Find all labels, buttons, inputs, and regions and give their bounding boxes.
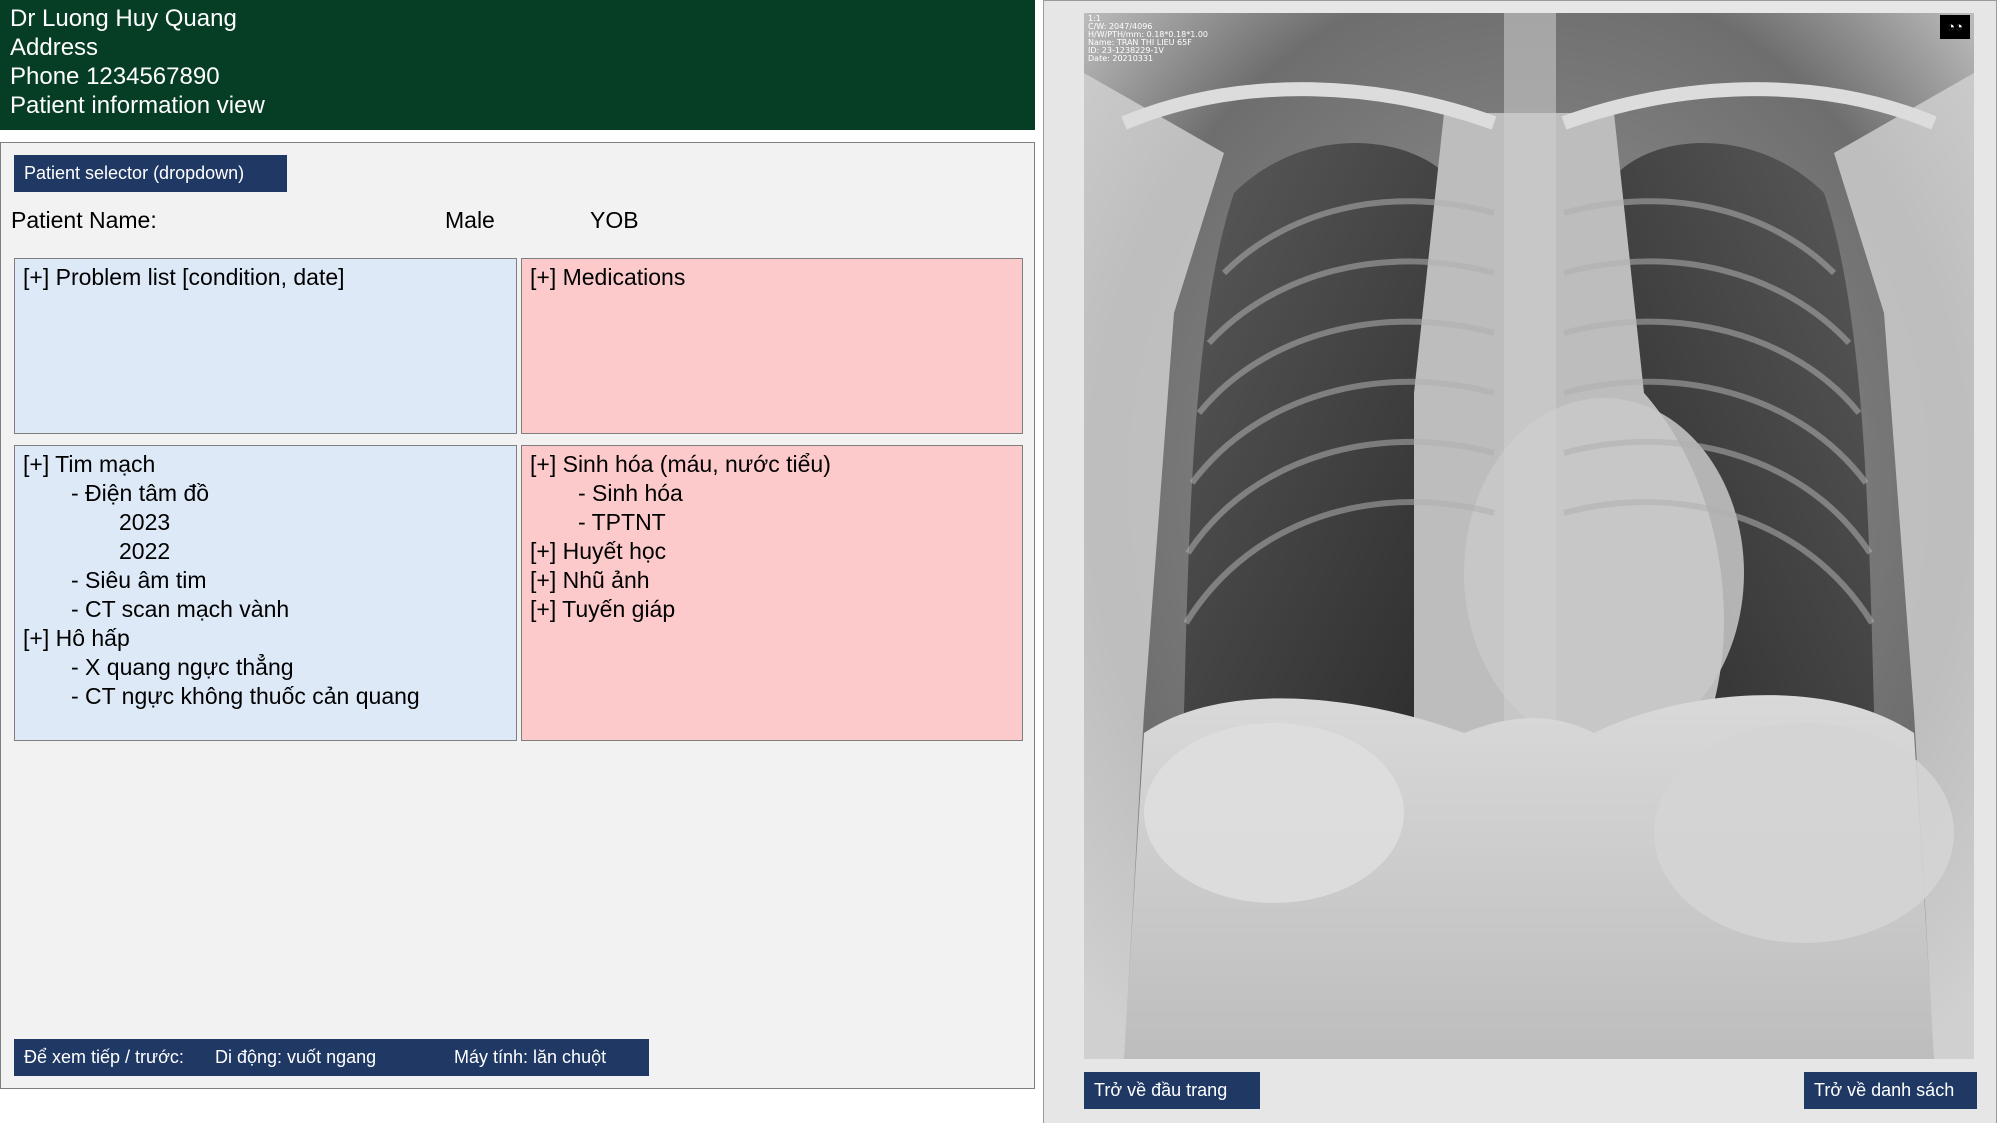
patient-name-label: Patient Name: — [11, 207, 157, 233]
coronary-ct-item[interactable]: - CT scan mạch vành — [23, 595, 508, 624]
echocardiogram-item[interactable]: - Siêu âm tim — [23, 566, 508, 595]
problem-list-box: [+] Problem list [condition, date] — [14, 258, 517, 434]
chest-xray-image[interactable]: 1:1 C/W: 2047/4096 H/W/PTH/mm: 0.18*0.18… — [1084, 13, 1974, 1059]
patient-yob-label: YOB — [590, 207, 639, 233]
biochemistry-toggle[interactable]: [+] Sinh hóa (máu, nước tiểu) — [530, 450, 1014, 479]
patient-selector-dropdown[interactable]: Patient selector (dropdown) — [14, 155, 287, 192]
nav-hint-mobile: Di động: vuốt ngang — [215, 1047, 377, 1067]
nav-hint-desktop: Máy tính: lăn chuột — [454, 1047, 607, 1067]
glasses-icon[interactable]: ◔◔ — [1940, 15, 1970, 39]
nav-hint-label: Để xem tiếp / trước: — [24, 1047, 184, 1067]
chest-ct-item[interactable]: - CT ngực không thuốc cản quang — [23, 682, 508, 711]
ecg-2022-link[interactable]: 2022 — [23, 537, 508, 566]
medications-box: [+] Medications — [521, 258, 1023, 434]
ecg-item[interactable]: - Điện tâm đồ — [23, 479, 508, 508]
doctor-name: Dr Luong Huy Quang — [10, 5, 237, 32]
patient-summary-row: Patient Name: Male YOB — [1, 207, 1034, 237]
medications-toggle[interactable]: [+] Medications — [530, 263, 1014, 292]
doctor-phone: Phone 1234567890 — [10, 63, 220, 90]
image-viewer-panel: 1:1 C/W: 2047/4096 H/W/PTH/mm: 0.18*0.18… — [1043, 0, 1997, 1123]
view-title: Patient information view — [10, 92, 265, 119]
chest-xray-drawing — [1084, 13, 1974, 1059]
overlay-date: Date: 20210331 — [1088, 54, 1154, 63]
doctor-address: Address — [10, 34, 99, 61]
back-to-top-button[interactable]: Trở về đầu trang — [1084, 1072, 1260, 1109]
patient-info-panel: Patient selector (dropdown) Patient Name… — [0, 142, 1035, 1089]
thyroid-toggle[interactable]: [+] Tuyến giáp — [530, 595, 1014, 624]
chest-xray-item[interactable]: - X quang ngực thẳng — [23, 653, 508, 682]
mammography-toggle[interactable]: [+] Nhũ ảnh — [530, 566, 1014, 595]
patient-gender: Male — [445, 207, 495, 233]
hematology-toggle[interactable]: [+] Huyết học — [530, 537, 1014, 566]
cardiology-toggle[interactable]: [+] Tim mạch — [23, 450, 508, 479]
navigation-hint-bar: Để xem tiếp / trước: Di động: vuốt ngang… — [14, 1039, 649, 1076]
dicom-overlay-text: 1:1 C/W: 2047/4096 H/W/PTH/mm: 0.18*0.18… — [1088, 15, 1208, 63]
urinalysis-item[interactable]: - TPTNT — [530, 508, 1014, 537]
cardio-respiratory-box: [+] Tim mạch - Điện tâm đồ 2023 2022 - S… — [14, 445, 517, 741]
back-to-list-button[interactable]: Trở về danh sách — [1804, 1072, 1977, 1109]
problem-list-toggle[interactable]: [+] Problem list [condition, date] — [23, 263, 508, 292]
biochemistry-item[interactable]: - Sinh hóa — [530, 479, 1014, 508]
lab-tests-box: [+] Sinh hóa (máu, nước tiểu) - Sinh hóa… — [521, 445, 1023, 741]
respiratory-toggle[interactable]: [+] Hô hấp — [23, 624, 508, 653]
doctor-header: Dr Luong Huy Quang Address Phone 1234567… — [0, 0, 1035, 130]
ecg-2023-link[interactable]: 2023 — [23, 508, 508, 537]
